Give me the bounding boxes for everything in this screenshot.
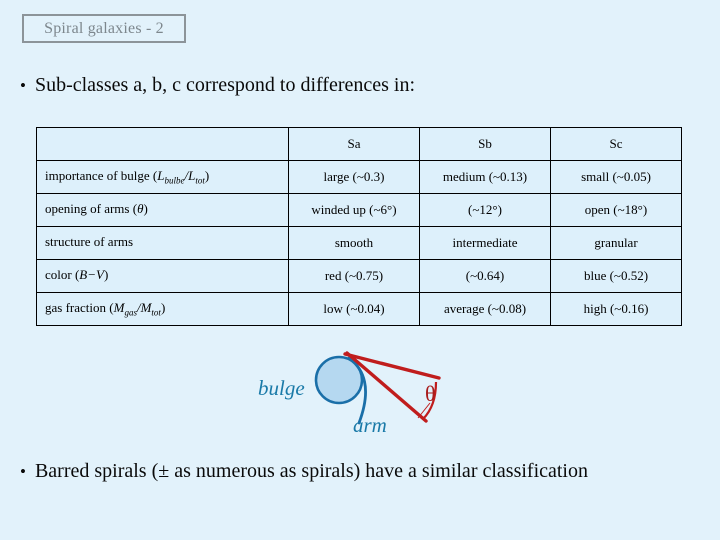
angle-theta-label: θ [425, 381, 436, 406]
table-row: opening of arms (θ) winded up (~6°) (~12… [36, 193, 682, 227]
classification-table: Sa Sb Sc importance of bulge (Lbulbe/Lto… [36, 127, 682, 326]
cell-sa: low (~0.04) [288, 292, 420, 326]
slide-canvas: Spiral galaxies - 2 • Sub-classes a, b, … [0, 0, 720, 540]
row-label-symbol: M [113, 300, 125, 316]
table-header-blank [36, 127, 289, 161]
cell-sb: intermediate [419, 226, 551, 260]
cell-sc: high (~0.16) [550, 292, 682, 326]
table-header-sc: Sc [550, 127, 682, 161]
row-label-subscript: gas [124, 307, 137, 318]
row-label-subscript-2: tot [151, 307, 161, 318]
bullet-bottom: • Barred spirals (± as numerous as spira… [20, 460, 588, 483]
page-title: Spiral galaxies - 2 [44, 19, 164, 37]
arm-label: arm [353, 413, 387, 437]
cell-sb: medium (~0.13) [419, 160, 551, 194]
row-label-text: structure of arms [45, 234, 134, 250]
row-label-suffix: ) [103, 267, 109, 283]
cell-sa: large (~0.3) [288, 160, 420, 194]
classification-table-wrapper: Sa Sb Sc importance of bulge (Lbulbe/Lto… [36, 127, 682, 326]
bullet-marker-icon: • [20, 462, 26, 481]
table-row: importance of bulge (Lbulbe/Ltot) large … [36, 160, 682, 194]
cell-sa: smooth [288, 226, 420, 260]
cell-sa: winded up (~6°) [288, 193, 420, 227]
row-label-bulge-importance: importance of bulge (Lbulbe/Ltot) [36, 160, 289, 194]
slide-title-box: Spiral galaxies - 2 [22, 14, 186, 43]
bullet-marker-icon: • [20, 76, 26, 95]
row-label-symbol-2: M [140, 300, 152, 316]
bullet-top-text: Sub-classes a, b, c correspond to differ… [34, 74, 416, 96]
row-label-suffix: ) [160, 300, 166, 316]
table-row: structure of arms smooth intermediate gr… [36, 226, 682, 260]
row-label-text: color ( [45, 267, 80, 283]
cell-sc: granular [550, 226, 682, 260]
bullet-bottom-text: Barred spirals (± as numerous as spirals… [34, 460, 588, 482]
row-label-subscript: bulbe [164, 175, 185, 186]
table-row: color (B−V) red (~0.75) (~0.64) blue (~0… [36, 259, 682, 293]
row-label-suffix: ) [204, 168, 210, 184]
row-label-symbol: B−V [79, 267, 104, 283]
spiral-arm-angle-diagram: bulge arm θ [240, 340, 480, 450]
table-header-row: Sa Sb Sc [36, 127, 682, 161]
bulge-label: bulge [258, 376, 305, 400]
bullet-top: • Sub-classes a, b, c correspond to diff… [20, 74, 415, 97]
row-label-arm-structure: structure of arms [36, 226, 289, 260]
row-label-text: gas fraction ( [45, 300, 114, 316]
row-label-subscript-2: tot [195, 175, 205, 186]
cell-sa: red (~0.75) [288, 259, 420, 293]
row-label-arm-opening: opening of arms (θ) [36, 193, 289, 227]
cell-sb: average (~0.08) [419, 292, 551, 326]
row-label-color: color (B−V) [36, 259, 289, 293]
row-label-text: opening of arms ( [45, 201, 138, 217]
row-label-text: importance of bulge ( [45, 168, 158, 184]
row-label-symbol: L [157, 168, 165, 184]
cell-sc: open (~18°) [550, 193, 682, 227]
table-header-sa: Sa [288, 127, 420, 161]
table-body: importance of bulge (Lbulbe/Ltot) large … [36, 160, 682, 326]
cell-sc: blue (~0.52) [550, 259, 682, 293]
cell-sc: small (~0.05) [550, 160, 682, 194]
table-row: gas fraction (Mgas/Mtot) low (~0.04) ave… [36, 292, 682, 326]
cell-sb: (~12°) [419, 193, 551, 227]
row-label-suffix: ) [143, 201, 148, 217]
cell-sb: (~0.64) [419, 259, 551, 293]
table-header-sb: Sb [419, 127, 551, 161]
row-label-gas-fraction: gas fraction (Mgas/Mtot) [36, 292, 289, 326]
